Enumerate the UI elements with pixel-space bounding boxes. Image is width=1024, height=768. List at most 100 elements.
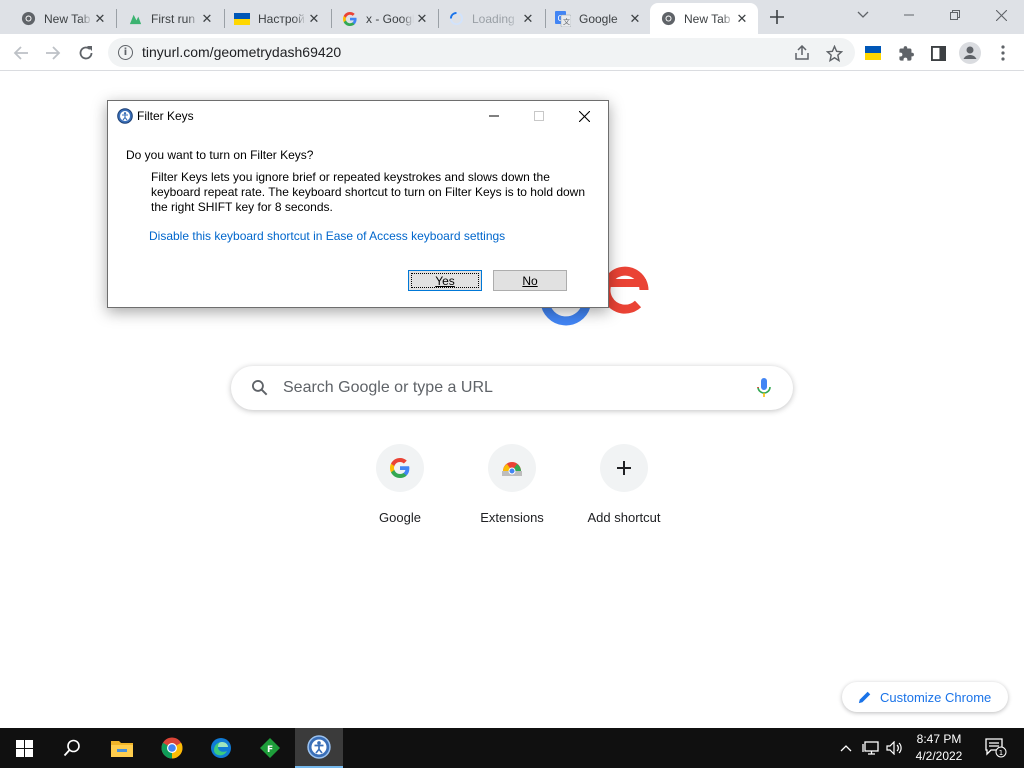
tab-close-icon[interactable]: ✕ [92, 11, 108, 27]
dialog-titlebar[interactable]: Filter Keys [108, 101, 608, 131]
shortcut-tile [488, 444, 536, 492]
edge-icon [211, 738, 231, 758]
taskbar-file-explorer[interactable] [98, 728, 146, 768]
google-translate-icon: G文 [555, 10, 571, 27]
plus-icon [770, 10, 784, 24]
start-button[interactable] [0, 728, 48, 768]
ease-of-access-settings-link[interactable]: Disable this keyboard shortcut in Ease o… [149, 229, 505, 243]
focus-rectangle [411, 273, 479, 288]
svg-text:文: 文 [563, 17, 570, 26]
google-g-icon [390, 458, 410, 478]
tab-google-translate[interactable]: G文 Google ✕ [545, 3, 651, 34]
reload-icon [79, 46, 93, 60]
tab-title: Настройки [258, 11, 306, 26]
chrome-icon [20, 11, 36, 27]
close-icon [579, 110, 590, 122]
tab-loading[interactable]: Loading ✕ [438, 3, 544, 34]
tab-google-search[interactable]: x - Google ✕ [332, 3, 438, 34]
notification-count: 1 [999, 749, 1003, 757]
maximize-icon [533, 111, 544, 121]
site-info-icon[interactable]: i [118, 45, 133, 60]
tab-close-icon[interactable]: ✕ [414, 11, 430, 27]
taskbar-edge[interactable] [197, 728, 245, 768]
minimize-icon [488, 115, 499, 117]
forward-arrow-icon [46, 46, 61, 60]
bookmark-button[interactable] [821, 40, 847, 66]
network-button[interactable] [860, 728, 882, 768]
google-g-icon [342, 11, 358, 27]
chevron-up-icon [840, 745, 852, 752]
ukraine-flag-icon [865, 46, 881, 60]
file-explorer-icon [111, 741, 133, 757]
search-icon [63, 739, 80, 757]
tab-settings-ru[interactable]: Настройки ✕ [224, 3, 330, 34]
extensions-button[interactable] [893, 40, 919, 66]
notification-icon: 1 [985, 738, 1007, 758]
pencil-icon [858, 691, 871, 704]
search-icon [252, 380, 268, 396]
shortcut-tile [600, 444, 648, 492]
show-hidden-icons-button[interactable] [836, 728, 856, 768]
side-panel-button[interactable] [925, 40, 951, 66]
taskbar-search-button[interactable] [48, 728, 96, 768]
tab-close-icon[interactable]: ✕ [306, 11, 322, 27]
shortcut-label: Extensions [480, 510, 544, 525]
tab-close-icon[interactable]: ✕ [520, 11, 536, 27]
tab-new-tab-1[interactable]: New Tab ✕ [10, 3, 116, 34]
forward-button[interactable] [40, 40, 66, 66]
chrome-menu-button[interactable] [990, 40, 1016, 66]
dialog-title: Filter Keys [137, 109, 194, 123]
customize-chrome-button[interactable]: Customize Chrome [842, 682, 1008, 712]
profile-button[interactable] [957, 40, 983, 66]
taskbar-chrome[interactable] [148, 728, 196, 768]
tab-close-icon[interactable]: ✕ [199, 11, 215, 27]
chrome-icon [161, 737, 183, 759]
dialog-question: Do you want to turn on Filter Keys? [126, 148, 314, 162]
tab-title: First run [151, 11, 196, 26]
shortcut-label: Google [379, 510, 421, 525]
star-icon [825, 44, 843, 62]
plus-icon [617, 461, 631, 475]
tab-new-tab-active[interactable]: New Tab ✕ [650, 3, 758, 34]
restore-button[interactable] [932, 0, 978, 30]
extension-ukraine-flag[interactable] [860, 40, 886, 66]
shortcut-add[interactable]: Add shortcut [568, 442, 680, 538]
microphone-icon[interactable] [757, 378, 771, 398]
shortcut-label: Add shortcut [587, 510, 661, 525]
address-bar[interactable]: i tinyurl.com/geometrydash69420 [108, 38, 855, 67]
share-button[interactable] [789, 40, 815, 66]
minimize-button[interactable] [886, 0, 932, 30]
filter-keys-dialog: Filter Keys Do you want to turn on Filte… [107, 100, 609, 308]
tab-close-icon[interactable]: ✕ [627, 11, 643, 27]
minimize-icon [904, 14, 914, 16]
url-text: tinyurl.com/geometrydash69420 [142, 44, 342, 60]
back-button[interactable] [8, 40, 34, 66]
taskbar: F 8:47 PM 4/2/2022 1 [0, 728, 1024, 768]
tab-title: New Tab [44, 11, 91, 26]
tab-first-run[interactable]: First run ✕ [117, 3, 223, 34]
tab-title: Google [579, 11, 618, 26]
dialog-maximize-button [516, 101, 561, 131]
ntp-search-box[interactable]: Search Google or type a URL [231, 366, 793, 410]
taskbar-green-app[interactable]: F [246, 728, 294, 768]
reload-button[interactable] [73, 40, 99, 66]
tab-strip: New Tab ✕ First run ✕ Настройки ✕ x - Go… [0, 0, 1024, 34]
close-window-button[interactable] [978, 0, 1024, 30]
new-tab-button[interactable] [767, 7, 787, 27]
svg-text:F: F [267, 745, 273, 755]
shortcut-google[interactable]: Google [344, 442, 456, 538]
tab-search-button[interactable] [840, 0, 886, 30]
yes-button[interactable]: Yes [408, 270, 482, 291]
shortcut-tile [376, 444, 424, 492]
dialog-close-button[interactable] [562, 101, 607, 131]
clock[interactable]: 8:47 PM 4/2/2022 [908, 731, 970, 765]
volume-button[interactable] [884, 728, 906, 768]
kebab-menu-icon [1001, 45, 1005, 61]
close-icon [995, 9, 1007, 21]
taskbar-ease-of-access[interactable] [295, 728, 343, 768]
tab-close-icon[interactable]: ✕ [734, 11, 750, 27]
shortcut-extensions[interactable]: Extensions [456, 442, 568, 538]
action-center-button[interactable]: 1 [980, 728, 1012, 768]
no-button[interactable]: No [493, 270, 567, 291]
dialog-minimize-button[interactable] [471, 101, 516, 131]
